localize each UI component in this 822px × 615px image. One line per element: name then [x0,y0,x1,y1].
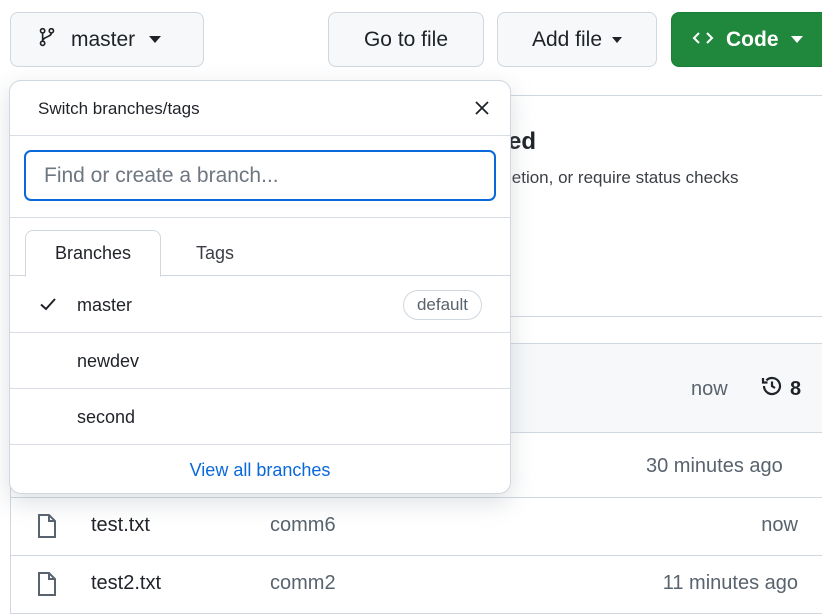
commit-count: 8 [790,377,802,400]
caret-down-icon [790,36,803,43]
table-row[interactable]: test2.txt comm2 11 minutes ago [10,556,822,614]
code-label: Code [726,27,779,51]
file-name-link[interactable]: test.txt [91,514,150,537]
dropdown-title: Switch branches/tags [38,99,200,118]
latest-commit-time: now [691,378,728,400]
file-row-time: 30 minutes ago [646,455,783,477]
branch-dropdown: Switch branches/tags Branches Tags maste… [9,80,511,494]
code-button[interactable]: Code [671,12,822,67]
file-commit-time: 11 minutes ago [662,572,798,594]
go-to-file-button[interactable]: Go to file [328,12,484,67]
git-branch-icon [37,26,57,54]
info-card-heading: ed [508,128,537,155]
file-name-link[interactable]: test2.txt [91,572,161,595]
file-commit-time: now [761,514,798,536]
add-file-button[interactable]: Add file [497,12,657,67]
history-icon [760,374,784,404]
default-badge: default [402,290,482,320]
branch-item-newdev[interactable]: newdev [10,333,510,389]
dropdown-footer: View all branches [10,445,510,493]
go-to-file-label: Go to file [363,27,449,51]
branch-search-input[interactable] [24,150,496,201]
caret-down-icon [149,36,162,43]
file-icon [37,571,57,602]
caret-down-icon [612,36,623,43]
info-card-subtext: letion, or require status checks [508,168,739,187]
close-icon[interactable] [470,96,494,120]
branch-item-label: second [77,407,136,427]
branch-item-master[interactable]: master default [10,277,510,333]
dropdown-header: Switch branches/tags [10,81,510,136]
file-commit-message[interactable]: comm6 [270,514,336,537]
code-icon [692,28,714,52]
branch-item-label: master [77,295,133,315]
view-all-branches-link[interactable]: View all branches [190,460,331,481]
commit-history-link[interactable]: 8 [760,374,801,404]
tab-branches[interactable]: Branches [25,230,161,277]
branch-item-label: newdev [77,351,140,371]
check-icon [38,294,58,319]
add-file-label: Add file [531,27,603,51]
file-icon [37,513,57,544]
tab-tags[interactable]: Tags [175,230,255,277]
file-commit-message[interactable]: comm2 [270,572,336,595]
branch-item-second[interactable]: second [10,389,510,445]
table-row[interactable]: test.txt comm6 now [10,498,822,556]
branch-select-label: master [71,27,136,51]
branch-select-button[interactable]: master [10,12,204,67]
branch-search-container [10,136,510,218]
dropdown-tabs: Branches Tags [10,218,510,277]
